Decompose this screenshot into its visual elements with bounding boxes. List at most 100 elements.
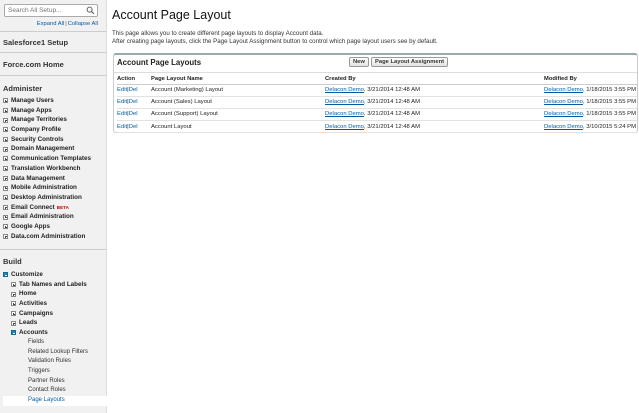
sidebar-item-data-management[interactable]: Data Management	[3, 174, 91, 184]
modified-by-user-link[interactable]: Delacon Demo	[544, 87, 583, 93]
delete-link[interactable]: Del	[129, 99, 138, 105]
column-header-page-layout-name[interactable]: Page Layout Name	[151, 74, 325, 85]
action-cell: Edit|Del	[117, 84, 151, 97]
sidebar-section-salesforce1[interactable]: Salesforce1 Setup	[3, 38, 68, 47]
modified-by-user-link[interactable]: Delacon Demo	[544, 99, 583, 105]
expand-icon[interactable]	[3, 146, 8, 152]
expand-icon[interactable]	[3, 98, 8, 104]
column-header-modified-by[interactable]: Modified By	[544, 74, 637, 85]
created-by-user-link[interactable]: Delacon Demo	[325, 124, 364, 130]
sidebar-item-email-administration[interactable]: Email Administration	[3, 212, 91, 222]
new-button[interactable]: New	[349, 57, 369, 67]
created-by-user-link[interactable]: Delacon Demo	[325, 99, 364, 105]
page-layout-name[interactable]: Account (Support) Layout	[151, 108, 325, 122]
page-layout-name[interactable]: Account (Sales) Layout	[151, 96, 325, 109]
sidebar-item-label: Security Controls	[11, 135, 64, 143]
sidebar-item-label: Leads	[19, 319, 38, 327]
sidebar-item-datacom-administration[interactable]: Data.com Administration	[3, 232, 91, 242]
expand-icon[interactable]	[3, 224, 8, 230]
sidebar-item-communication-templates[interactable]: Communication Templates	[3, 154, 91, 164]
sidebar-divider	[0, 52, 106, 53]
expand-icon[interactable]	[11, 311, 16, 317]
sidebar-item-mobile-administration[interactable]: Mobile Administration	[3, 183, 91, 193]
expand-icon[interactable]	[11, 320, 16, 326]
sidebar-item-accounts[interactable]: Accounts	[3, 328, 107, 338]
sidebar-item-triggers[interactable]: Triggers	[3, 367, 107, 377]
modified-by-user-link[interactable]: Delacon Demo	[544, 124, 583, 130]
expand-icon[interactable]	[3, 195, 8, 201]
sidebar-item-manage-territories[interactable]: Manage Territories	[3, 115, 91, 125]
created-date: , 3/21/2014 12:48 AM	[363, 87, 420, 94]
sidebar-section-forcecom-home[interactable]: Force.com Home	[3, 60, 64, 69]
sidebar-item-company-profile[interactable]: Company Profile	[3, 125, 91, 135]
action-cell: Edit|Del	[117, 108, 151, 122]
expand-all-link[interactable]: Expand All	[37, 21, 64, 27]
created-by-cell: Delacon Demo, 3/21/2014 12:48 AM	[325, 96, 544, 109]
expand-icon[interactable]	[3, 233, 8, 239]
modified-date: , 1/18/2015 3:55 PM	[582, 87, 637, 94]
page-layout-assignment-button[interactable]: Page Layout Assignment	[371, 57, 449, 67]
sidebar-item-email-connect[interactable]: Email Connect BETA	[3, 203, 91, 213]
created-by-cell: Delacon Demo, 3/21/2014 12:48 AM	[325, 108, 544, 122]
sidebar-item-manage-apps[interactable]: Manage Apps	[3, 106, 91, 116]
sidebar-item-validation-rules[interactable]: Validation Rules	[3, 357, 107, 367]
expand-icon[interactable]	[3, 156, 8, 162]
expand-icon[interactable]	[3, 175, 8, 181]
sidebar-item-domain-management[interactable]: Domain Management	[3, 144, 91, 154]
sidebar-item-label: Email Administration	[11, 213, 74, 221]
expand-icon[interactable]	[3, 108, 8, 114]
delete-link[interactable]: Del	[129, 111, 138, 117]
sidebar-item-home[interactable]: Home	[3, 289, 107, 299]
expand-icon[interactable]	[3, 185, 8, 191]
page-layout-name[interactable]: Account (Marketing) Layout	[151, 84, 325, 97]
sidebar-item-tab-names-and-labels[interactable]: Tab Names and Labels	[3, 280, 107, 290]
sidebar-item-label: Activities	[19, 300, 47, 308]
sidebar-divider	[0, 249, 106, 250]
expand-icon[interactable]	[3, 204, 8, 210]
sidebar-item-page-layouts[interactable]: Page Layouts	[3, 395, 111, 406]
sidebar-item-leads[interactable]: Leads	[3, 318, 107, 328]
expand-icon[interactable]	[3, 214, 8, 220]
expand-icon[interactable]	[3, 166, 8, 172]
collapse-all-link[interactable]: Collapse All	[68, 21, 98, 27]
sidebar-item-fields[interactable]: Fields	[3, 338, 107, 348]
setup-search-input[interactable]	[5, 5, 85, 16]
sidebar-item-security-controls[interactable]: Security Controls	[3, 135, 91, 145]
sidebar-item-translation-workbench[interactable]: Translation Workbench	[3, 164, 91, 174]
sidebar-item-label: Fields	[28, 338, 45, 345]
sidebar-item-google-apps[interactable]: Google Apps	[3, 222, 91, 232]
expand-icon[interactable]	[11, 282, 16, 288]
edit-link[interactable]: Edit	[117, 124, 127, 130]
expand-icon[interactable]	[11, 291, 16, 297]
page-layout-name[interactable]: Account Layout	[151, 120, 325, 134]
modified-by-cell: Delacon Demo, 1/18/2015 3:55 PM	[544, 108, 637, 122]
sidebar-item-partner-roles[interactable]: Partner Roles	[3, 377, 107, 387]
setup-search-box[interactable]	[4, 4, 98, 17]
delete-link[interactable]: Del	[129, 124, 138, 130]
sidebar-item-contact-roles[interactable]: Contact Roles	[3, 386, 107, 396]
sidebar-item-desktop-administration[interactable]: Desktop Administration	[3, 193, 91, 203]
created-by-user-link[interactable]: Delacon Demo	[325, 111, 364, 117]
expand-icon[interactable]	[3, 137, 8, 143]
modified-by-user-link[interactable]: Delacon Demo	[544, 111, 583, 117]
sidebar-item-activities[interactable]: Activities	[3, 299, 107, 309]
delete-link[interactable]: Del	[129, 87, 138, 93]
sidebar-item-manage-users[interactable]: Manage Users	[3, 96, 91, 106]
edit-link[interactable]: Edit	[117, 111, 127, 117]
expand-icon[interactable]	[3, 127, 8, 133]
search-icon[interactable]	[86, 6, 95, 15]
collapse-icon[interactable]	[3, 272, 8, 278]
expand-icon[interactable]	[3, 117, 8, 123]
table-row: Edit|Del Account Layout Delacon Demo, 3/…	[117, 120, 637, 134]
sidebar-item-campaigns[interactable]: Campaigns	[3, 309, 107, 319]
created-by-user-link[interactable]: Delacon Demo	[325, 87, 364, 93]
sidebar-item-customize[interactable]: Customize	[3, 270, 107, 280]
build-tree: Customize Tab Names and Labels Home Acti…	[3, 270, 111, 406]
expand-icon[interactable]	[11, 301, 16, 307]
sidebar-item-related-lookup-filters[interactable]: Related Lookup Filters	[3, 348, 107, 358]
edit-link[interactable]: Edit	[117, 87, 127, 93]
collapse-icon[interactable]	[11, 330, 16, 336]
column-header-created-by[interactable]: Created By	[325, 74, 544, 85]
sidebar-item-label: Manage Territories	[11, 116, 67, 124]
edit-link[interactable]: Edit	[117, 99, 127, 105]
